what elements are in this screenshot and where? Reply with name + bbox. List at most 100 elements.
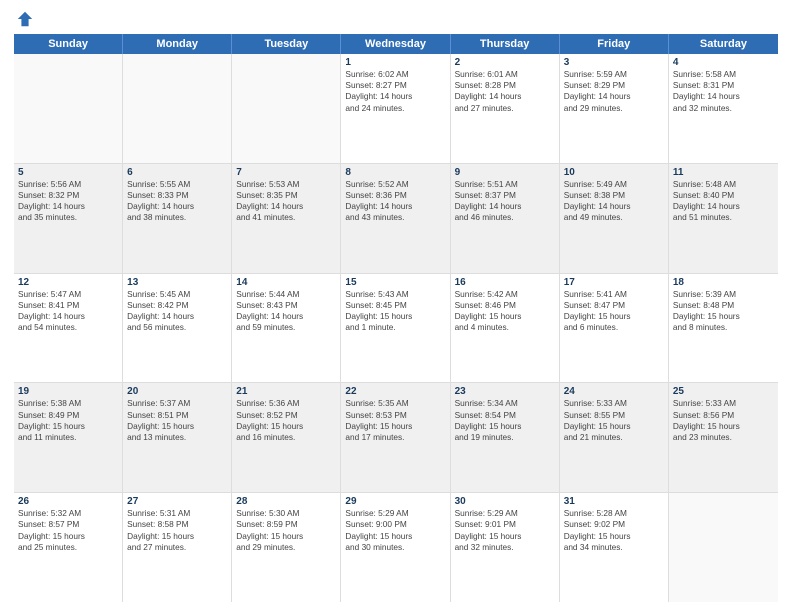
day-number: 29 xyxy=(345,496,445,507)
day-number: 12 xyxy=(18,277,118,288)
calendar-cell: 7Sunrise: 5:53 AM Sunset: 8:35 PM Daylig… xyxy=(232,164,341,273)
calendar-cell: 28Sunrise: 5:30 AM Sunset: 8:59 PM Dayli… xyxy=(232,493,341,602)
calendar-row: 5Sunrise: 5:56 AM Sunset: 8:32 PM Daylig… xyxy=(14,164,778,274)
calendar-cell: 2Sunrise: 6:01 AM Sunset: 8:28 PM Daylig… xyxy=(451,54,560,163)
day-number: 9 xyxy=(455,167,555,178)
calendar-cell: 8Sunrise: 5:52 AM Sunset: 8:36 PM Daylig… xyxy=(341,164,450,273)
day-info: Sunrise: 5:56 AM Sunset: 8:32 PM Dayligh… xyxy=(18,179,118,224)
calendar-cell: 16Sunrise: 5:42 AM Sunset: 8:46 PM Dayli… xyxy=(451,274,560,383)
day-info: Sunrise: 6:02 AM Sunset: 8:27 PM Dayligh… xyxy=(345,69,445,114)
weekday-header: Wednesday xyxy=(341,34,450,54)
day-info: Sunrise: 5:47 AM Sunset: 8:41 PM Dayligh… xyxy=(18,289,118,334)
day-info: Sunrise: 5:45 AM Sunset: 8:42 PM Dayligh… xyxy=(127,289,227,334)
day-number: 19 xyxy=(18,386,118,397)
day-info: Sunrise: 5:30 AM Sunset: 8:59 PM Dayligh… xyxy=(236,508,336,553)
calendar-cell: 1Sunrise: 6:02 AM Sunset: 8:27 PM Daylig… xyxy=(341,54,450,163)
day-number: 21 xyxy=(236,386,336,397)
day-number: 14 xyxy=(236,277,336,288)
logo xyxy=(14,10,34,28)
day-number: 16 xyxy=(455,277,555,288)
day-info: Sunrise: 5:55 AM Sunset: 8:33 PM Dayligh… xyxy=(127,179,227,224)
day-number: 15 xyxy=(345,277,445,288)
day-info: Sunrise: 5:41 AM Sunset: 8:47 PM Dayligh… xyxy=(564,289,664,334)
day-number: 26 xyxy=(18,496,118,507)
day-info: Sunrise: 5:28 AM Sunset: 9:02 PM Dayligh… xyxy=(564,508,664,553)
logo-icon xyxy=(16,10,34,28)
day-number: 11 xyxy=(673,167,774,178)
day-info: Sunrise: 5:44 AM Sunset: 8:43 PM Dayligh… xyxy=(236,289,336,334)
calendar-cell: 24Sunrise: 5:33 AM Sunset: 8:55 PM Dayli… xyxy=(560,383,669,492)
day-info: Sunrise: 5:35 AM Sunset: 8:53 PM Dayligh… xyxy=(345,398,445,443)
calendar-cell: 29Sunrise: 5:29 AM Sunset: 9:00 PM Dayli… xyxy=(341,493,450,602)
calendar-cell: 26Sunrise: 5:32 AM Sunset: 8:57 PM Dayli… xyxy=(14,493,123,602)
day-number: 7 xyxy=(236,167,336,178)
day-number: 2 xyxy=(455,57,555,68)
day-number: 5 xyxy=(18,167,118,178)
page: SundayMondayTuesdayWednesdayThursdayFrid… xyxy=(0,0,792,612)
day-info: Sunrise: 5:42 AM Sunset: 8:46 PM Dayligh… xyxy=(455,289,555,334)
day-info: Sunrise: 5:48 AM Sunset: 8:40 PM Dayligh… xyxy=(673,179,774,224)
calendar-cell: 31Sunrise: 5:28 AM Sunset: 9:02 PM Dayli… xyxy=(560,493,669,602)
day-info: Sunrise: 5:31 AM Sunset: 8:58 PM Dayligh… xyxy=(127,508,227,553)
calendar-cell: 5Sunrise: 5:56 AM Sunset: 8:32 PM Daylig… xyxy=(14,164,123,273)
calendar-cell: 20Sunrise: 5:37 AM Sunset: 8:51 PM Dayli… xyxy=(123,383,232,492)
day-number: 17 xyxy=(564,277,664,288)
calendar-cell: 23Sunrise: 5:34 AM Sunset: 8:54 PM Dayli… xyxy=(451,383,560,492)
calendar-cell: 30Sunrise: 5:29 AM Sunset: 9:01 PM Dayli… xyxy=(451,493,560,602)
calendar-cell: 25Sunrise: 5:33 AM Sunset: 8:56 PM Dayli… xyxy=(669,383,778,492)
day-info: Sunrise: 5:52 AM Sunset: 8:36 PM Dayligh… xyxy=(345,179,445,224)
day-number: 23 xyxy=(455,386,555,397)
weekday-header: Monday xyxy=(123,34,232,54)
day-info: Sunrise: 6:01 AM Sunset: 8:28 PM Dayligh… xyxy=(455,69,555,114)
day-number: 30 xyxy=(455,496,555,507)
day-info: Sunrise: 5:33 AM Sunset: 8:55 PM Dayligh… xyxy=(564,398,664,443)
calendar-cell: 17Sunrise: 5:41 AM Sunset: 8:47 PM Dayli… xyxy=(560,274,669,383)
day-info: Sunrise: 5:33 AM Sunset: 8:56 PM Dayligh… xyxy=(673,398,774,443)
day-info: Sunrise: 5:36 AM Sunset: 8:52 PM Dayligh… xyxy=(236,398,336,443)
calendar-row: 12Sunrise: 5:47 AM Sunset: 8:41 PM Dayli… xyxy=(14,274,778,384)
calendar-cell: 21Sunrise: 5:36 AM Sunset: 8:52 PM Dayli… xyxy=(232,383,341,492)
calendar-cell: 10Sunrise: 5:49 AM Sunset: 8:38 PM Dayli… xyxy=(560,164,669,273)
day-info: Sunrise: 5:51 AM Sunset: 8:37 PM Dayligh… xyxy=(455,179,555,224)
calendar-cell: 3Sunrise: 5:59 AM Sunset: 8:29 PM Daylig… xyxy=(560,54,669,163)
calendar-cell: 18Sunrise: 5:39 AM Sunset: 8:48 PM Dayli… xyxy=(669,274,778,383)
day-info: Sunrise: 5:37 AM Sunset: 8:51 PM Dayligh… xyxy=(127,398,227,443)
calendar-cell: 27Sunrise: 5:31 AM Sunset: 8:58 PM Dayli… xyxy=(123,493,232,602)
day-number: 10 xyxy=(564,167,664,178)
day-number: 1 xyxy=(345,57,445,68)
header xyxy=(14,10,778,28)
day-number: 25 xyxy=(673,386,774,397)
day-number: 22 xyxy=(345,386,445,397)
calendar: SundayMondayTuesdayWednesdayThursdayFrid… xyxy=(14,34,778,602)
day-number: 24 xyxy=(564,386,664,397)
calendar-cell: 4Sunrise: 5:58 AM Sunset: 8:31 PM Daylig… xyxy=(669,54,778,163)
day-number: 31 xyxy=(564,496,664,507)
day-number: 27 xyxy=(127,496,227,507)
calendar-cell xyxy=(669,493,778,602)
calendar-cell: 19Sunrise: 5:38 AM Sunset: 8:49 PM Dayli… xyxy=(14,383,123,492)
day-number: 3 xyxy=(564,57,664,68)
day-number: 13 xyxy=(127,277,227,288)
day-info: Sunrise: 5:29 AM Sunset: 9:01 PM Dayligh… xyxy=(455,508,555,553)
day-info: Sunrise: 5:29 AM Sunset: 9:00 PM Dayligh… xyxy=(345,508,445,553)
day-info: Sunrise: 5:49 AM Sunset: 8:38 PM Dayligh… xyxy=(564,179,664,224)
calendar-row: 19Sunrise: 5:38 AM Sunset: 8:49 PM Dayli… xyxy=(14,383,778,493)
calendar-cell xyxy=(232,54,341,163)
calendar-body: 1Sunrise: 6:02 AM Sunset: 8:27 PM Daylig… xyxy=(14,54,778,602)
weekday-header: Tuesday xyxy=(232,34,341,54)
calendar-cell: 15Sunrise: 5:43 AM Sunset: 8:45 PM Dayli… xyxy=(341,274,450,383)
day-number: 20 xyxy=(127,386,227,397)
calendar-cell: 9Sunrise: 5:51 AM Sunset: 8:37 PM Daylig… xyxy=(451,164,560,273)
calendar-cell: 14Sunrise: 5:44 AM Sunset: 8:43 PM Dayli… xyxy=(232,274,341,383)
day-info: Sunrise: 5:38 AM Sunset: 8:49 PM Dayligh… xyxy=(18,398,118,443)
day-number: 28 xyxy=(236,496,336,507)
day-number: 4 xyxy=(673,57,774,68)
day-number: 6 xyxy=(127,167,227,178)
day-number: 8 xyxy=(345,167,445,178)
day-info: Sunrise: 5:32 AM Sunset: 8:57 PM Dayligh… xyxy=(18,508,118,553)
day-info: Sunrise: 5:34 AM Sunset: 8:54 PM Dayligh… xyxy=(455,398,555,443)
calendar-cell: 13Sunrise: 5:45 AM Sunset: 8:42 PM Dayli… xyxy=(123,274,232,383)
calendar-cell: 11Sunrise: 5:48 AM Sunset: 8:40 PM Dayli… xyxy=(669,164,778,273)
calendar-cell: 22Sunrise: 5:35 AM Sunset: 8:53 PM Dayli… xyxy=(341,383,450,492)
weekday-header: Thursday xyxy=(451,34,560,54)
